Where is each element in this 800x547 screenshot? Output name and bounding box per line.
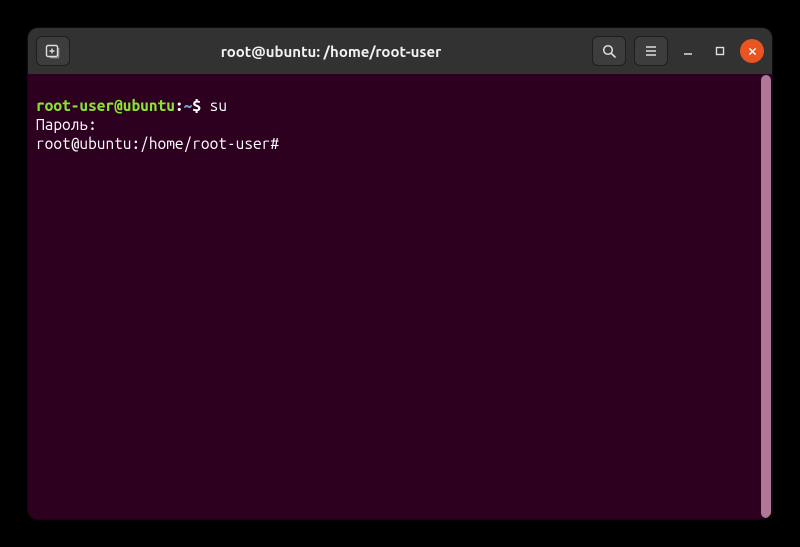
prompt-symbol: $ bbox=[192, 97, 209, 114]
minimize-button[interactable] bbox=[676, 39, 700, 63]
terminal-window: root@ubuntu: /home/root-user bbox=[28, 28, 772, 519]
window-title: root@ubuntu: /home/root-user bbox=[78, 43, 584, 60]
titlebar: root@ubuntu: /home/root-user bbox=[28, 28, 772, 74]
password-prompt: Пароль: bbox=[36, 116, 97, 133]
prompt-user: root-user@ubuntu bbox=[36, 97, 175, 114]
minimize-icon bbox=[683, 46, 693, 56]
new-tab-icon bbox=[45, 43, 61, 59]
close-icon bbox=[748, 47, 757, 56]
terminal-body[interactable]: root-user@ubuntu:~$ su Пароль: root@ubun… bbox=[28, 74, 772, 519]
search-button[interactable] bbox=[592, 36, 626, 66]
scrollbar[interactable] bbox=[761, 75, 771, 518]
menu-button[interactable] bbox=[634, 36, 668, 66]
command-text: su bbox=[210, 97, 227, 114]
hamburger-icon bbox=[643, 43, 659, 59]
prompt-path: ~ bbox=[184, 97, 193, 114]
close-button[interactable] bbox=[740, 39, 764, 63]
search-icon bbox=[601, 43, 617, 59]
maximize-button[interactable] bbox=[708, 39, 732, 63]
new-tab-button[interactable] bbox=[36, 36, 70, 66]
root-prompt: root@ubuntu:/home/root-user# bbox=[36, 135, 288, 152]
maximize-icon bbox=[715, 46, 725, 56]
prompt-colon: : bbox=[175, 97, 184, 114]
